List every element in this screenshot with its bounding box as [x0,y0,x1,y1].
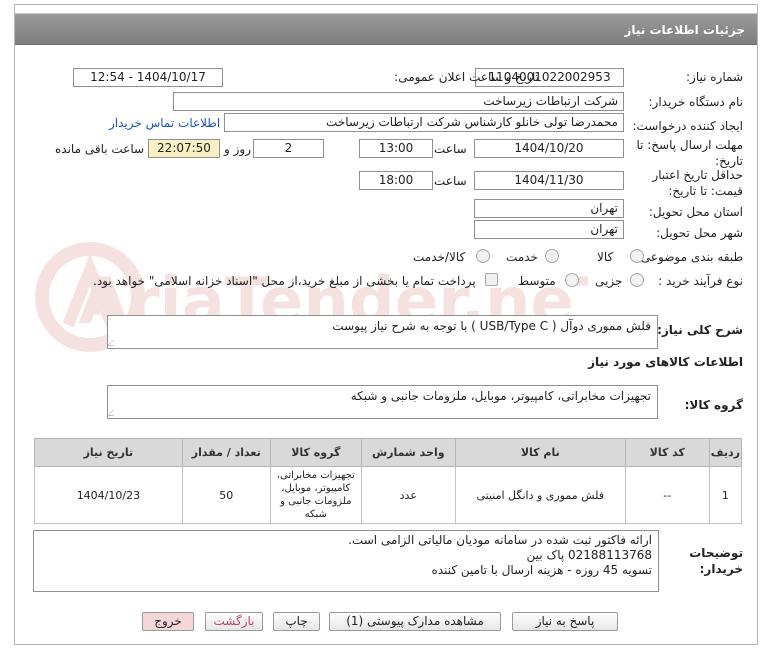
resize-grip-icon[interactable] [107,410,119,416]
buyer-org-field: شرکت ارتباطات زیرساخت [173,92,624,111]
validity-date-field: 1404/11/30 [474,171,624,190]
col-name: نام کالا [454,438,626,467]
back-button[interactable]: بازگشت [205,612,263,631]
remaining-time-label: ساعت باقی مانده [55,142,145,156]
cell-group: تجهیزات مخابراتی، کامپیوتر، موبایل، ملزو… [269,466,362,524]
category-option-service: خدمت [506,250,538,264]
category-option-goods-service: کالا/خدمت [413,250,466,264]
buyer-contact-link[interactable]: اطلاعات تماس خریدار [109,116,220,130]
view-attachments-button[interactable]: مشاهده مدارک پیوستی (1) [329,612,501,631]
reply-deadline-label: مهلت ارسال پاسخ: تا تاریخ: [636,138,743,168]
description-text: فلش مموری دوآل ( USB/Type C ) با توجه به… [332,319,651,333]
buyer-note-line: 02188113768 پاک بین [526,548,652,562]
table-row[interactable]: 1 -- فلش مموری و دانگل امنیتی عدد تجهیزا… [34,466,743,524]
process-radio-medium[interactable] [565,273,579,287]
province-field: تهران [474,199,624,218]
cell-quantity: 50 [181,466,271,524]
days-label: روز و [224,142,251,156]
goods-table: ردیف کد کالا نام کالا واحد شمارش گروه کا… [34,438,743,524]
category-label: طبقه بندی موضوعی: [636,250,743,264]
city-label: شهر محل تحویل: [656,226,743,240]
announce-date-label: تاریخ و ساعت اعلان عمومی: [394,70,539,84]
col-need-date: تاریخ نیاز [34,438,183,467]
reply-date-field: 1404/10/20 [474,139,624,158]
category-radio-goods[interactable] [630,249,644,263]
exit-button[interactable]: خروج [142,612,194,631]
cell-code: -- [624,466,710,524]
col-code: کد کالا [624,438,710,467]
buyer-org-label: نام دستگاه خریدار: [648,95,744,109]
process-type-label: نوع فرآیند خرید : [658,274,743,288]
goods-group-label: گروه کالا: [684,398,743,412]
days-remaining-field: 2 [253,139,324,158]
goods-group-text: تجهیزات مخابراتی، کامپیوتر، موبایل، ملزو… [350,389,651,403]
buyer-notes-label: توضیحات خریدار: [689,546,743,576]
need-number-label: شماره نیاز: [686,70,743,84]
col-unit: واحد شمارش [360,438,456,467]
treasury-payment-checkbox[interactable] [485,273,498,286]
validity-time-field: 18:00 [359,171,433,190]
page-title: جزئیات اطلاعات نیاز [15,13,757,45]
province-label: استان محل تحویل: [648,205,743,219]
reply-button[interactable]: پاسخ به نیاز [512,612,618,631]
treasury-payment-note: پرداخت تمام یا بخشی از مبلغ خرید،از محل … [93,274,476,288]
category-option-goods: کالا [597,250,614,264]
creator-field: محمدرضا تولی خانلو کارشناس شرکت ارتباطات… [224,113,624,132]
col-quantity: تعداد / مقدار [181,438,271,467]
validity-time-label: ساعت [434,174,467,188]
cell-unit: عدد [360,466,456,524]
cell-name: فلش مموری و دانگل امنیتی [454,466,626,524]
col-group: گروه کالا [269,438,362,467]
goods-section-title: اطلاعات کالاهای مورد نیاز [588,355,743,369]
remaining-time-field: 22:07:50 [148,139,220,158]
announce-date-field: 1404/10/17 - 12:54 [73,68,223,87]
print-button[interactable]: چاپ [273,612,320,631]
creator-label: ایجاد کننده درخواست: [632,119,743,133]
buyer-note-line: تسویه 45 روزه - هزینه ارسال با تامین کنن… [431,563,652,577]
city-field: تهران [474,220,624,239]
goods-group-textarea[interactable]: تجهیزات مخابراتی، کامپیوتر، موبایل، ملزو… [107,385,658,419]
buyer-note-line: ارائه فاکتور ثبت شده در سامانه مودیان ما… [348,533,652,547]
category-radio-goods-service[interactable] [476,249,490,263]
category-radio-service[interactable] [545,249,559,263]
cell-row: 1 [708,466,743,524]
resize-grip-icon[interactable] [107,340,119,346]
cell-need-date: 1404/10/23 [34,466,183,524]
buyer-notes-textarea[interactable]: ارائه فاکتور ثبت شده در سامانه مودیان ما… [33,530,659,592]
description-label: شرح کلی نیاز: [657,323,743,337]
table-header-row: ردیف کد کالا نام کالا واحد شمارش گروه کا… [34,438,743,467]
process-radio-minor[interactable] [630,273,644,287]
col-row: ردیف [708,438,743,467]
reply-time-label: ساعت [434,142,467,156]
reply-time-field: 13:00 [359,139,433,158]
process-option-minor: جزیی [595,274,623,288]
description-textarea[interactable]: فلش مموری دوآل ( USB/Type C ) با توجه به… [107,315,658,349]
price-validity-label: حداقل تاریخ اعتبار قیمت: تا تاریخ: [652,168,743,198]
process-option-medium: متوسط [518,274,556,288]
